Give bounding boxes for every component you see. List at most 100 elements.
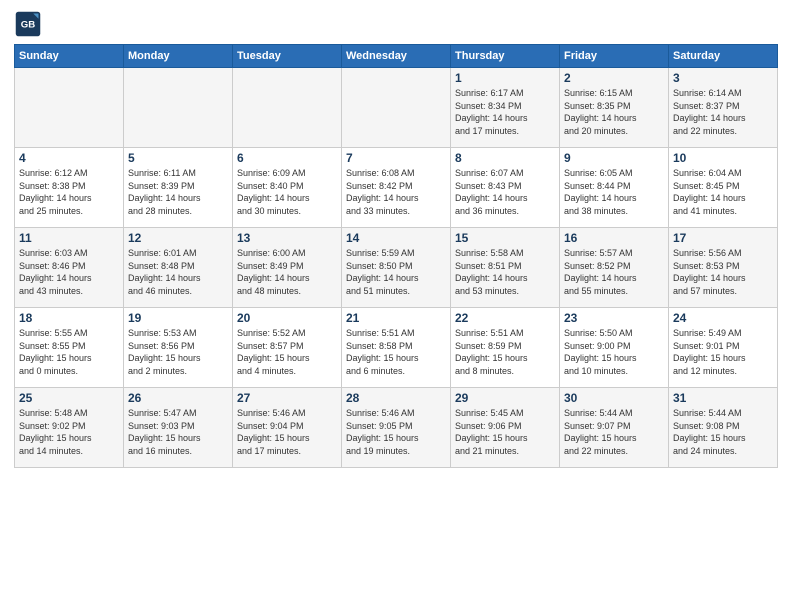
day-cell: 8 Sunrise: 6:07 AM Sunset: 8:43 PM Daylig… (451, 148, 560, 228)
day-cell: 25 Sunrise: 5:48 AM Sunset: 9:02 PM Dayli… (15, 388, 124, 468)
day-info: Sunrise: 5:55 AM Sunset: 8:55 PM Dayligh… (19, 327, 119, 377)
day-cell: 10Sunrise: 6:04 AM Sunset: 8:45 PM Dayli… (669, 148, 778, 228)
day-header-sunday: Sunday (15, 45, 124, 68)
day-number: 4 (19, 151, 119, 165)
day-cell: 17Sunrise: 5:56 AM Sunset: 8:53 PM Dayli… (669, 228, 778, 308)
day-cell: 18 Sunrise: 5:55 AM Sunset: 8:55 PM Dayli… (15, 308, 124, 388)
day-info: Sunrise: 5:52 AM Sunset: 8:57 PM Dayligh… (237, 327, 337, 377)
calendar-container: GB SundayMondayTuesdayWednesdayThursdayF… (0, 0, 792, 476)
day-cell: 24 Sunrise: 5:49 AM Sunset: 9:01 PM Dayli… (669, 308, 778, 388)
day-cell: 9Sunrise: 6:05 AM Sunset: 8:44 PM Daylig… (560, 148, 669, 228)
day-info: Sunrise: 5:44 AM Sunset: 9:07 PM Dayligh… (564, 407, 664, 457)
day-number: 22 (455, 311, 555, 325)
day-number: 19 (128, 311, 228, 325)
day-header-thursday: Thursday (451, 45, 560, 68)
day-info: Sunrise: 5:51 AM Sunset: 8:58 PM Dayligh… (346, 327, 446, 377)
day-info: Sunrise: 6:00 AM Sunset: 8:49 PM Dayligh… (237, 247, 337, 297)
day-number: 1 (455, 71, 555, 85)
day-cell: 20 Sunrise: 5:52 AM Sunset: 8:57 PM Dayli… (233, 308, 342, 388)
day-cell: 19 Sunrise: 5:53 AM Sunset: 8:56 PM Dayli… (124, 308, 233, 388)
day-info: Sunrise: 5:59 AM Sunset: 8:50 PM Dayligh… (346, 247, 446, 297)
day-info: Sunrise: 5:47 AM Sunset: 9:03 PM Dayligh… (128, 407, 228, 457)
day-number: 16 (564, 231, 664, 245)
day-info: Sunrise: 6:11 AM Sunset: 8:39 PM Dayligh… (128, 167, 228, 217)
day-info: Sunrise: 5:49 AM Sunset: 9:01 PM Dayligh… (673, 327, 773, 377)
day-cell (342, 68, 451, 148)
day-info: Sunrise: 6:05 AM Sunset: 8:44 PM Dayligh… (564, 167, 664, 217)
day-info: Sunrise: 6:07 AM Sunset: 8:43 PM Dayligh… (455, 167, 555, 217)
day-cell: 29 Sunrise: 5:45 AM Sunset: 9:06 PM Dayli… (451, 388, 560, 468)
day-info: Sunrise: 6:14 AM Sunset: 8:37 PM Dayligh… (673, 87, 773, 137)
svg-text:GB: GB (21, 20, 35, 31)
day-cell: 3 Sunrise: 6:14 AM Sunset: 8:37 PM Daylig… (669, 68, 778, 148)
day-info: Sunrise: 6:04 AM Sunset: 8:45 PM Dayligh… (673, 167, 773, 217)
day-cell (233, 68, 342, 148)
day-cell: 2Sunrise: 6:15 AM Sunset: 8:35 PM Daylig… (560, 68, 669, 148)
day-info: Sunrise: 5:45 AM Sunset: 9:06 PM Dayligh… (455, 407, 555, 457)
day-info: Sunrise: 6:17 AM Sunset: 8:34 PM Dayligh… (455, 87, 555, 137)
week-row-3: 11Sunrise: 6:03 AM Sunset: 8:46 PM Dayli… (15, 228, 778, 308)
day-cell: 27 Sunrise: 5:46 AM Sunset: 9:04 PM Dayli… (233, 388, 342, 468)
day-cell: 1 Sunrise: 6:17 AM Sunset: 8:34 PM Daylig… (451, 68, 560, 148)
week-row-1: 1 Sunrise: 6:17 AM Sunset: 8:34 PM Daylig… (15, 68, 778, 148)
day-header-friday: Friday (560, 45, 669, 68)
day-info: Sunrise: 5:50 AM Sunset: 9:00 PM Dayligh… (564, 327, 664, 377)
day-number: 15 (455, 231, 555, 245)
day-info: Sunrise: 5:56 AM Sunset: 8:53 PM Dayligh… (673, 247, 773, 297)
day-number: 14 (346, 231, 446, 245)
day-cell: 12Sunrise: 6:01 AM Sunset: 8:48 PM Dayli… (124, 228, 233, 308)
day-cell: 31 Sunrise: 5:44 AM Sunset: 9:08 PM Dayli… (669, 388, 778, 468)
day-number: 30 (564, 391, 664, 405)
day-cell: 26 Sunrise: 5:47 AM Sunset: 9:03 PM Dayli… (124, 388, 233, 468)
day-cell: 13Sunrise: 6:00 AM Sunset: 8:49 PM Dayli… (233, 228, 342, 308)
day-cell (124, 68, 233, 148)
day-number: 20 (237, 311, 337, 325)
day-number: 29 (455, 391, 555, 405)
day-header-monday: Monday (124, 45, 233, 68)
day-info: Sunrise: 6:09 AM Sunset: 8:40 PM Dayligh… (237, 167, 337, 217)
day-info: Sunrise: 5:48 AM Sunset: 9:02 PM Dayligh… (19, 407, 119, 457)
day-info: Sunrise: 5:51 AM Sunset: 8:59 PM Dayligh… (455, 327, 555, 377)
day-info: Sunrise: 5:44 AM Sunset: 9:08 PM Dayligh… (673, 407, 773, 457)
day-number: 24 (673, 311, 773, 325)
day-cell (15, 68, 124, 148)
day-number: 8 (455, 151, 555, 165)
day-number: 28 (346, 391, 446, 405)
day-number: 3 (673, 71, 773, 85)
day-cell: 4Sunrise: 6:12 AM Sunset: 8:38 PM Daylig… (15, 148, 124, 228)
calendar-table: SundayMondayTuesdayWednesdayThursdayFrid… (14, 44, 778, 468)
day-cell: 21 Sunrise: 5:51 AM Sunset: 8:58 PM Dayli… (342, 308, 451, 388)
day-number: 25 (19, 391, 119, 405)
day-number: 11 (19, 231, 119, 245)
day-info: Sunrise: 6:08 AM Sunset: 8:42 PM Dayligh… (346, 167, 446, 217)
week-row-5: 25 Sunrise: 5:48 AM Sunset: 9:02 PM Dayli… (15, 388, 778, 468)
logo-icon: GB (14, 10, 42, 38)
day-cell: 7 Sunrise: 6:08 AM Sunset: 8:42 PM Daylig… (342, 148, 451, 228)
day-info: Sunrise: 5:53 AM Sunset: 8:56 PM Dayligh… (128, 327, 228, 377)
day-number: 23 (564, 311, 664, 325)
day-number: 6 (237, 151, 337, 165)
day-cell: 14 Sunrise: 5:59 AM Sunset: 8:50 PM Dayli… (342, 228, 451, 308)
day-number: 27 (237, 391, 337, 405)
week-row-4: 18 Sunrise: 5:55 AM Sunset: 8:55 PM Dayli… (15, 308, 778, 388)
day-number: 26 (128, 391, 228, 405)
day-info: Sunrise: 6:01 AM Sunset: 8:48 PM Dayligh… (128, 247, 228, 297)
day-info: Sunrise: 6:15 AM Sunset: 8:35 PM Dayligh… (564, 87, 664, 137)
day-number: 21 (346, 311, 446, 325)
day-cell: 30 Sunrise: 5:44 AM Sunset: 9:07 PM Dayli… (560, 388, 669, 468)
day-info: Sunrise: 5:57 AM Sunset: 8:52 PM Dayligh… (564, 247, 664, 297)
day-info: Sunrise: 5:46 AM Sunset: 9:05 PM Dayligh… (346, 407, 446, 457)
day-header-saturday: Saturday (669, 45, 778, 68)
header-row: SundayMondayTuesdayWednesdayThursdayFrid… (15, 45, 778, 68)
day-header-wednesday: Wednesday (342, 45, 451, 68)
day-number: 18 (19, 311, 119, 325)
day-number: 7 (346, 151, 446, 165)
day-number: 5 (128, 151, 228, 165)
day-info: Sunrise: 5:46 AM Sunset: 9:04 PM Dayligh… (237, 407, 337, 457)
day-cell: 15 Sunrise: 5:58 AM Sunset: 8:51 PM Dayli… (451, 228, 560, 308)
day-number: 31 (673, 391, 773, 405)
day-cell: 16 Sunrise: 5:57 AM Sunset: 8:52 PM Dayli… (560, 228, 669, 308)
day-cell: 6 Sunrise: 6:09 AM Sunset: 8:40 PM Daylig… (233, 148, 342, 228)
day-info: Sunrise: 5:58 AM Sunset: 8:51 PM Dayligh… (455, 247, 555, 297)
day-cell: 23 Sunrise: 5:50 AM Sunset: 9:00 PM Dayli… (560, 308, 669, 388)
